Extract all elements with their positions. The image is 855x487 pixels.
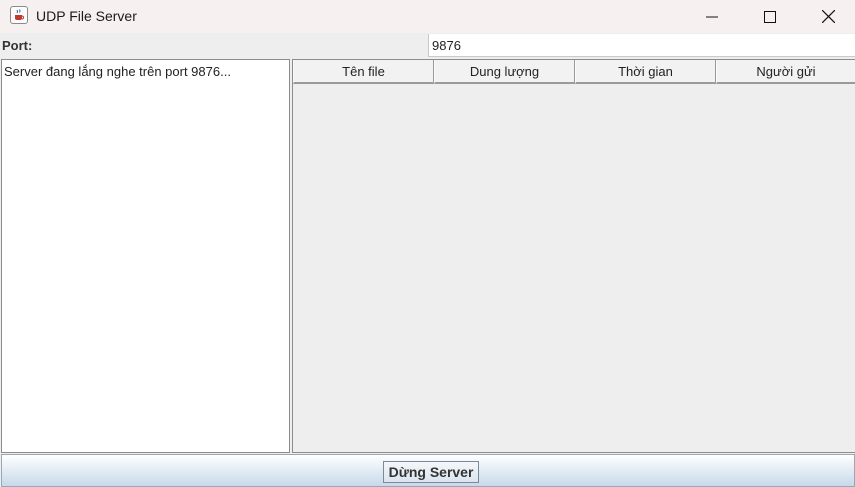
log-area[interactable]: Server đang lắng nghe trên port 9876... [1,59,290,453]
title-bar: UDP File Server [0,0,855,33]
file-table[interactable]: Tên file Dung lượng Thời gian Người gửi [292,59,855,453]
table-header: Tên file Dung lượng Thời gian Người gửi [293,60,855,85]
stop-server-button[interactable]: Dừng Server [383,461,479,483]
minimize-button[interactable] [683,0,741,33]
port-row: Port: [0,34,855,58]
window-title: UDP File Server [36,8,137,24]
column-header-time[interactable]: Thời gian [575,60,716,84]
close-button[interactable] [799,0,855,33]
close-icon [821,10,835,23]
column-header-sender[interactable]: Người gửi [716,60,855,84]
bottom-bar: Dừng Server [1,454,855,487]
java-cup-icon [10,6,28,24]
maximize-button[interactable] [741,0,799,33]
column-header-file-name[interactable]: Tên file [293,60,434,84]
minimize-icon [706,16,718,17]
log-line: Server đang lắng nghe trên port 9876... [4,64,231,79]
column-header-size[interactable]: Dung lượng [434,60,575,84]
maximize-icon [764,10,776,23]
port-label: Port: [2,38,33,53]
port-input[interactable] [428,34,855,57]
